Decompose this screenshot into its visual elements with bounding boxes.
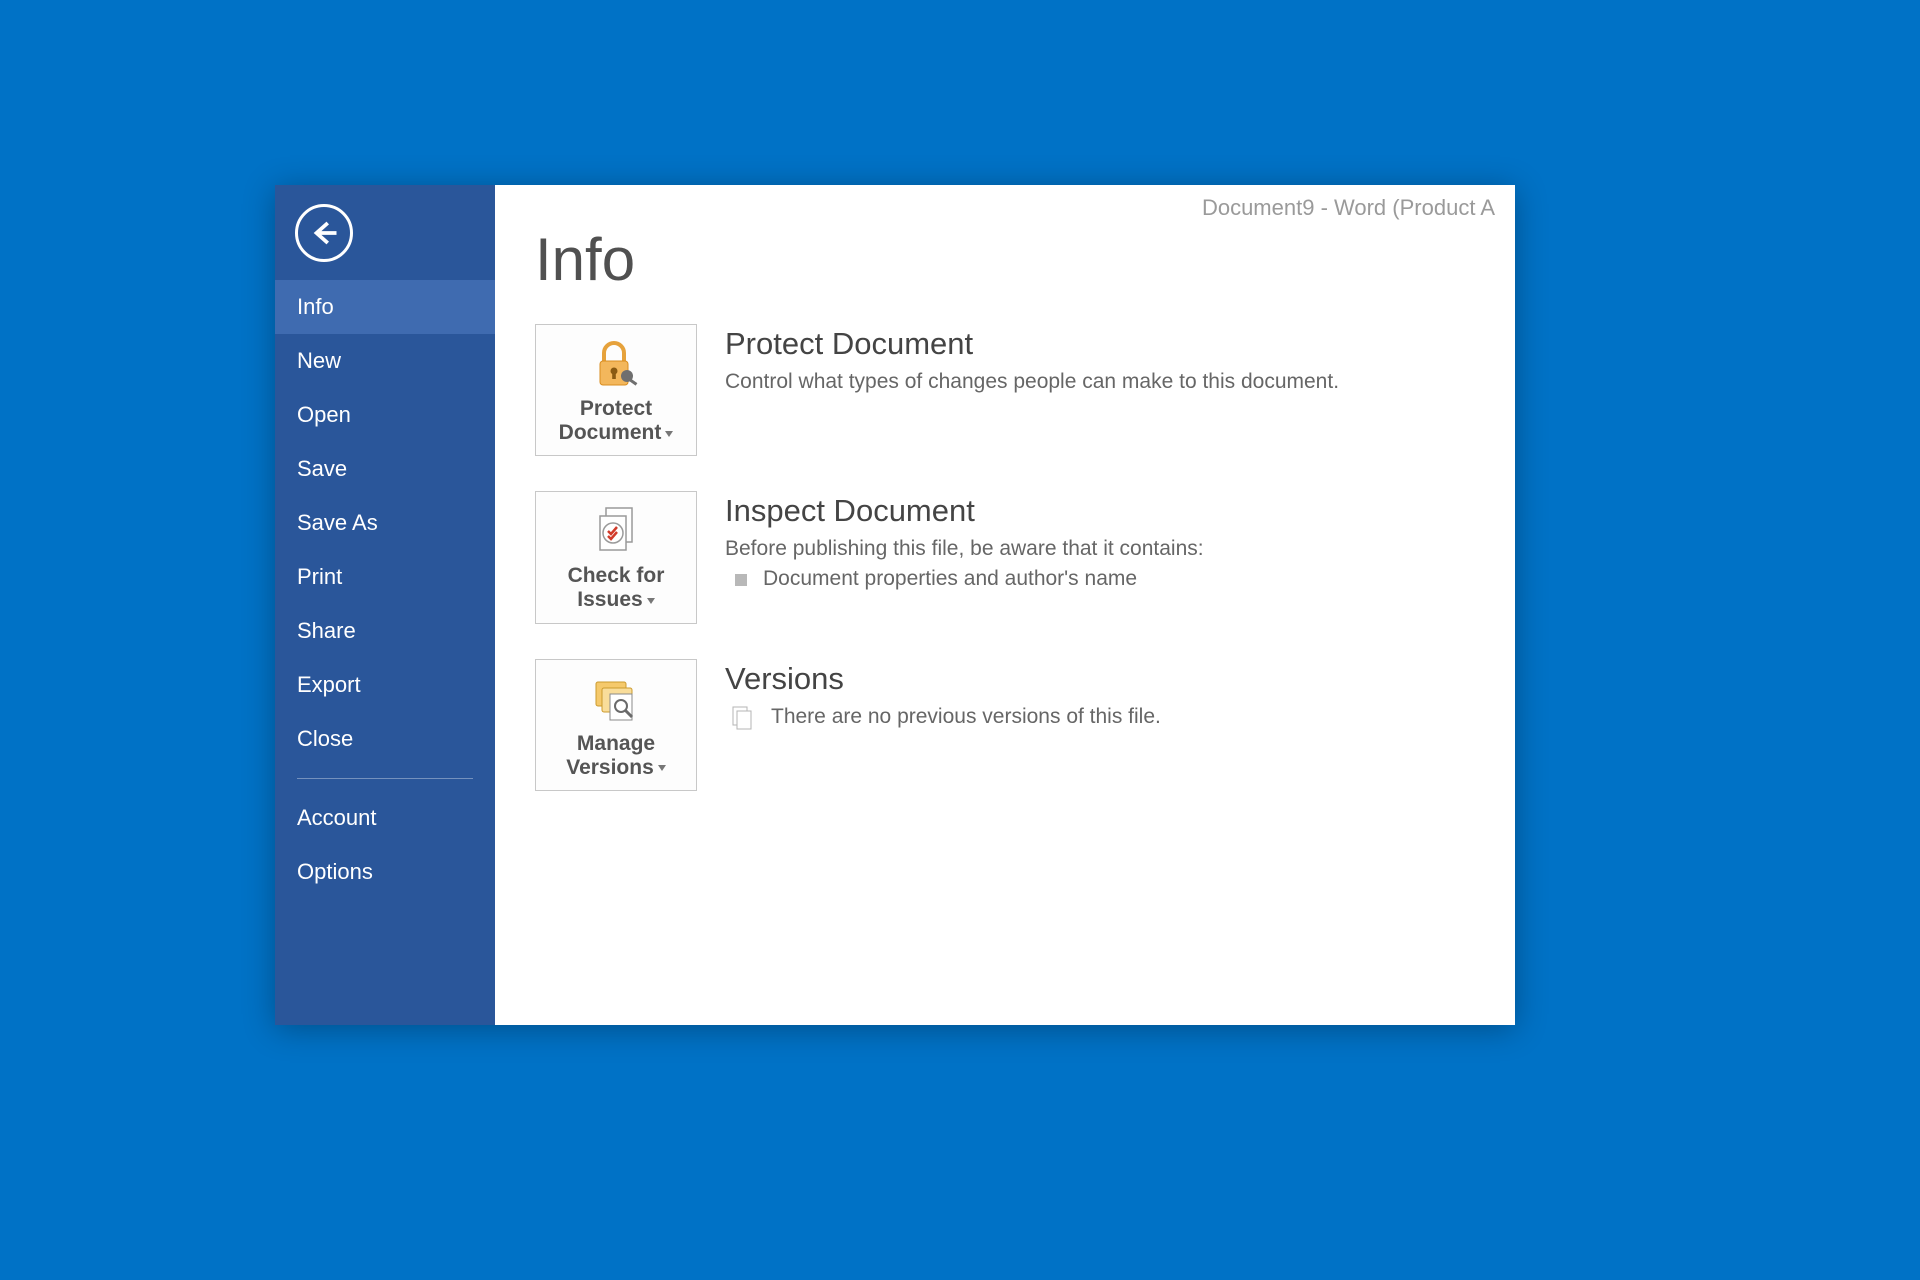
protect-heading: Protect Document	[725, 326, 1339, 362]
manage-versions-label: Manage Versions	[542, 732, 690, 780]
manage-versions-button[interactable]: Manage Versions	[535, 659, 697, 791]
inspect-heading: Inspect Document	[725, 493, 1204, 529]
versions-items: There are no previous versions of this f…	[725, 705, 1161, 733]
window-title: Document9 - Word (Product A	[1202, 195, 1495, 221]
menu-divider	[297, 778, 473, 779]
inspect-item-text: Document properties and author's name	[763, 567, 1137, 591]
lock-icon	[542, 337, 690, 393]
word-backstage-window: Info New Open Save Save As Print Share E…	[275, 185, 1515, 1025]
info-panel: Document9 - Word (Product A Info Protect	[495, 185, 1515, 1025]
menu-item-options[interactable]: Options	[275, 845, 495, 899]
versions-heading: Versions	[725, 661, 1161, 697]
menu-item-new[interactable]: New	[275, 334, 495, 388]
section-protect: Protect Document Protect Document Contro…	[535, 324, 1475, 456]
square-bullet-icon	[735, 574, 747, 586]
protect-description: Control what types of changes people can…	[725, 370, 1339, 394]
menu-item-print[interactable]: Print	[275, 550, 495, 604]
menu-item-info[interactable]: Info	[275, 280, 495, 334]
versions-folder-icon	[542, 672, 690, 728]
protect-body: Protect Document Control what types of c…	[725, 324, 1339, 400]
section-inspect: Check for Issues Inspect Document Before…	[535, 491, 1475, 623]
check-for-issues-button[interactable]: Check for Issues	[535, 491, 697, 623]
chevron-down-icon	[665, 431, 673, 437]
chevron-down-icon	[647, 598, 655, 604]
menu-item-export[interactable]: Export	[275, 658, 495, 712]
versions-item-text: There are no previous versions of this f…	[771, 705, 1161, 729]
back-button[interactable]	[295, 204, 353, 262]
menu-item-save-as[interactable]: Save As	[275, 496, 495, 550]
arrow-left-icon	[309, 218, 339, 248]
document-stack-icon	[729, 705, 757, 733]
inspect-description: Before publishing this file, be aware th…	[725, 537, 1204, 561]
menu-item-open[interactable]: Open	[275, 388, 495, 442]
chevron-down-icon	[658, 765, 666, 771]
menu-item-close[interactable]: Close	[275, 712, 495, 766]
back-area	[275, 185, 495, 280]
versions-body: Versions There are no previous versions …	[725, 659, 1161, 733]
inspect-item: Document properties and author's name	[725, 567, 1204, 591]
menu-item-save[interactable]: Save	[275, 442, 495, 496]
inspect-body: Inspect Document Before publishing this …	[725, 491, 1204, 591]
section-versions: Manage Versions Versions There are no pr…	[535, 659, 1475, 791]
document-check-icon	[542, 504, 690, 560]
menu-item-share[interactable]: Share	[275, 604, 495, 658]
check-for-issues-label: Check for Issues	[542, 564, 690, 612]
page-title: Info	[535, 225, 1475, 294]
menu-item-account[interactable]: Account	[275, 791, 495, 845]
protect-document-button[interactable]: Protect Document	[535, 324, 697, 456]
inspect-items: Document properties and author's name	[725, 567, 1204, 591]
versions-item: There are no previous versions of this f…	[725, 705, 1161, 733]
backstage-menu: Info New Open Save Save As Print Share E…	[275, 280, 495, 899]
protect-document-label: Protect Document	[542, 397, 690, 445]
backstage-sidebar: Info New Open Save Save As Print Share E…	[275, 185, 495, 1025]
